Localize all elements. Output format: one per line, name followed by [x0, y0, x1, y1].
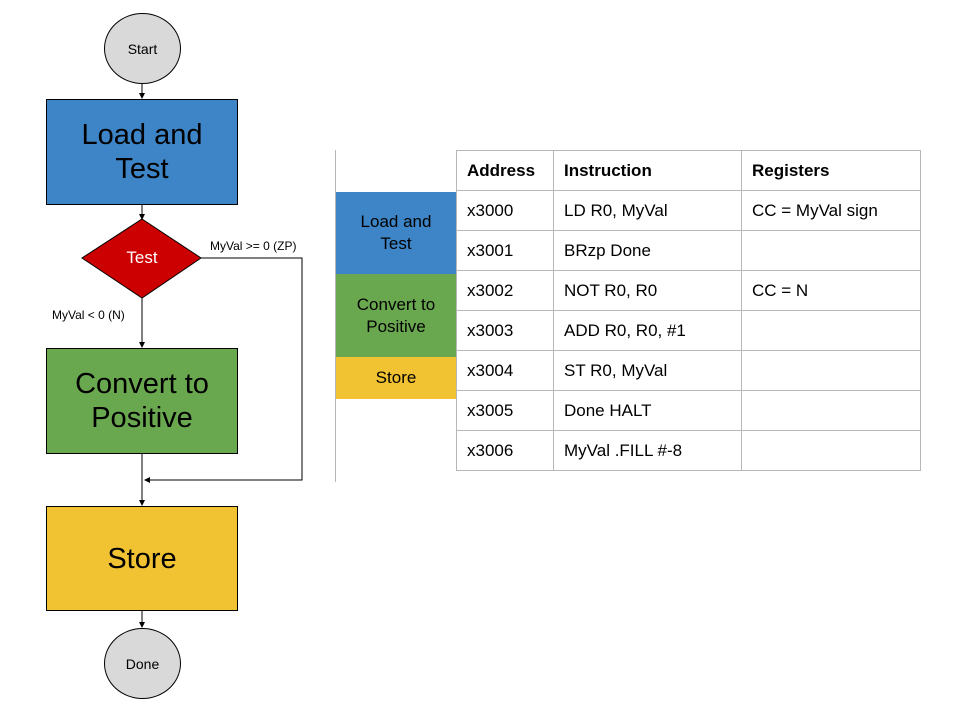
- table-row: x3001 BRzp Done: [456, 230, 921, 271]
- program-table: Address Instruction Registers x3000 LD R…: [456, 150, 921, 471]
- header-instruction: Instruction: [553, 150, 742, 191]
- decision-label-wrap: Test: [82, 244, 202, 272]
- cell-address: x3003: [456, 310, 554, 351]
- section-load-test: Load and Test: [336, 192, 456, 274]
- header-registers: Registers: [741, 150, 921, 191]
- load-test-box: Load and Test: [46, 99, 238, 205]
- cell-instruction: NOT R0, R0: [553, 270, 742, 311]
- decision-label: Test: [126, 248, 158, 267]
- table-row: x3003 ADD R0, R0, #1: [456, 310, 921, 351]
- table-row: x3002 NOT R0, R0 CC = N: [456, 270, 921, 311]
- table-row: x3006 MyVal .FILL #-8: [456, 430, 921, 471]
- convert-box: Convert to Positive: [46, 348, 238, 454]
- table-row: x3004 ST R0, MyVal: [456, 350, 921, 391]
- branch-zp-label: MyVal >= 0 (ZP): [210, 239, 297, 253]
- section-store: Store: [336, 357, 456, 399]
- cell-address: x3001: [456, 230, 554, 271]
- section-store-label: Store: [375, 368, 417, 387]
- cell-registers: CC = MyVal sign: [741, 190, 921, 231]
- cell-registers: [741, 310, 921, 351]
- cell-address: x3004: [456, 350, 554, 391]
- start-label: Start: [127, 40, 158, 57]
- section-load-test-label: Load and Test: [360, 212, 432, 253]
- cell-address: x3002: [456, 270, 554, 311]
- cell-instruction: ST R0, MyVal: [553, 350, 742, 391]
- convert-label: Convert to Positive: [75, 368, 209, 434]
- cell-instruction: ADD R0, R0, #1: [553, 310, 742, 351]
- cell-instruction: BRzp Done: [553, 230, 742, 271]
- cell-address: x3000: [456, 190, 554, 231]
- header-address: Address: [456, 150, 554, 191]
- store-box: Store: [46, 506, 238, 611]
- done-node: Done: [104, 628, 181, 699]
- done-label: Done: [125, 655, 160, 672]
- cell-instruction: LD R0, MyVal: [553, 190, 742, 231]
- table-row: x3005 Done HALT: [456, 390, 921, 431]
- cell-address: x3006: [456, 430, 554, 471]
- cell-registers: [741, 350, 921, 391]
- branch-n-label: MyVal < 0 (N): [52, 308, 125, 322]
- cell-instruction: Done HALT: [553, 390, 742, 431]
- store-label: Store: [107, 542, 177, 575]
- start-node: Start: [104, 13, 181, 84]
- cell-registers: [741, 390, 921, 431]
- cell-address: x3005: [456, 390, 554, 431]
- cell-registers: [741, 430, 921, 471]
- table-header-row: Address Instruction Registers: [456, 150, 921, 191]
- section-convert: Convert to Positive: [336, 274, 456, 357]
- load-test-label: Load and Test: [81, 119, 203, 185]
- table-row: x3000 LD R0, MyVal CC = MyVal sign: [456, 190, 921, 231]
- cell-registers: CC = N: [741, 270, 921, 311]
- cell-instruction: MyVal .FILL #-8: [553, 430, 742, 471]
- section-convert-label: Convert to Positive: [356, 294, 436, 336]
- cell-registers: [741, 230, 921, 271]
